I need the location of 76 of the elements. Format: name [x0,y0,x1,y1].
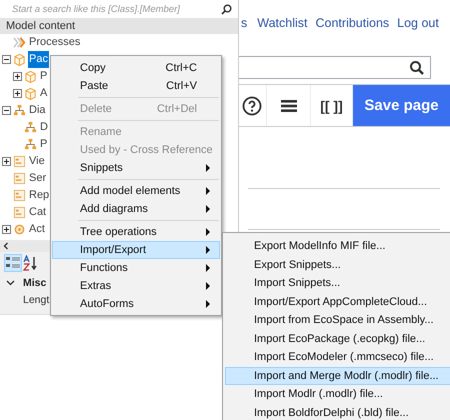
expander-icon[interactable] [2,106,11,115]
nav-link[interactable]: Contributions [316,16,390,35]
menu-item[interactable]: Copy Ctrl+C [52,59,220,77]
submenu-arrow-icon [206,164,211,172]
tree-item[interactable]: Processes [28,34,82,51]
box-icon [24,87,37,100]
menu-item[interactable]: Snippets [52,159,220,177]
submenu-arrow-icon [206,282,211,290]
nav-link[interactable]: s [241,16,248,35]
tree-item[interactable]: Dia [28,102,47,119]
search-field[interactable]: Start a search like this [Class].[Member] [12,4,221,14]
menu-item[interactable]: Import from EcoSpace in Assembly... [225,311,450,330]
menu-item[interactable]: Import BoldforDelphi (.bld) file... [225,404,450,420]
submenu-arrow-icon [206,246,211,254]
search-field[interactable] [238,56,431,79]
menu-item[interactable]: AutoForms [52,295,220,313]
submenu-arrow-icon [206,228,211,236]
tree-item[interactable]: Ser [28,170,48,187]
menu-item[interactable]: Import and Merge Modlr (.modlr) file... [225,366,450,385]
menu-item[interactable]: Import EcoPackage (.ecopkg) file... [225,330,450,348]
search-icon [221,4,232,14]
menu-item[interactable]: Functions [52,259,220,277]
expander-icon[interactable] [2,225,11,234]
chevrons-icon [13,36,26,49]
help-icon [242,96,262,116]
submenu-arrow-icon [206,264,211,272]
tree-item[interactable]: Pac [28,51,49,68]
submenu-arrow-icon [206,300,211,308]
expander-icon[interactable] [2,157,11,166]
menu-icon [280,98,296,112]
property-category: Misc [23,276,46,288]
chevron-icon[interactable] [6,278,15,287]
form-icon [13,172,26,185]
expander-icon[interactable] [2,55,11,64]
menu-item[interactable]: Extras [52,277,220,295]
hierarchy-icon [24,121,37,134]
menu-item[interactable]: Export ModelInfo MIF file... [225,237,450,256]
search-icon [409,60,425,76]
tree-item[interactable]: Rep [28,187,50,204]
categorized-icon[interactable] [5,255,21,271]
scroll-left-icon[interactable] [2,242,10,250]
menu-item[interactable]: Import Modlr (.modlr) file... [225,385,450,404]
submenu-arrow-icon [206,205,211,213]
form-icon [13,206,26,219]
menu-item[interactable]: Add diagrams [52,200,220,218]
sort-az-icon[interactable] [23,255,39,271]
tree-item[interactable]: D [39,119,49,136]
menu-item[interactable]: Tree operations [52,223,220,241]
expander-icon[interactable] [13,72,22,81]
gear-icon [13,223,26,236]
menu-item[interactable]: Import EcoModeler (.mmcseco) file... [225,348,450,366]
hierarchy-icon [24,138,37,151]
menu-item[interactable]: Import Snippets... [225,274,450,292]
panel-header: Model content [0,18,238,34]
tree-item[interactable]: P [39,68,48,85]
expander-icon[interactable] [13,89,22,98]
menu-item[interactable]: Paste Ctrl+V [52,77,220,95]
menu-item[interactable]: Import/Export AppCompleteCloud... [225,292,450,311]
tree-item[interactable]: Act [28,221,46,238]
submenu-arrow-icon [206,187,211,195]
form-icon [13,189,26,202]
tree-item[interactable]: A [39,85,48,102]
tree-item[interactable]: P [39,136,48,153]
property-name: Lengt [22,294,50,306]
hierarchy-icon [13,104,26,117]
nav-link[interactable]: Log out [397,16,439,35]
menu-item[interactable]: Export Snippets... [225,256,450,274]
tree-item[interactable]: Vie [28,153,46,170]
box-icon [13,53,26,66]
menu-item[interactable]: Add model elements [52,182,220,200]
menu-item[interactable]: Import/Export [52,241,220,259]
box-icon [24,70,37,83]
save-button[interactable]: Save page [353,85,450,126]
tree-item[interactable]: Cat [28,204,48,221]
form-icon [13,155,26,168]
nav-link[interactable]: Watchlist [257,16,308,35]
